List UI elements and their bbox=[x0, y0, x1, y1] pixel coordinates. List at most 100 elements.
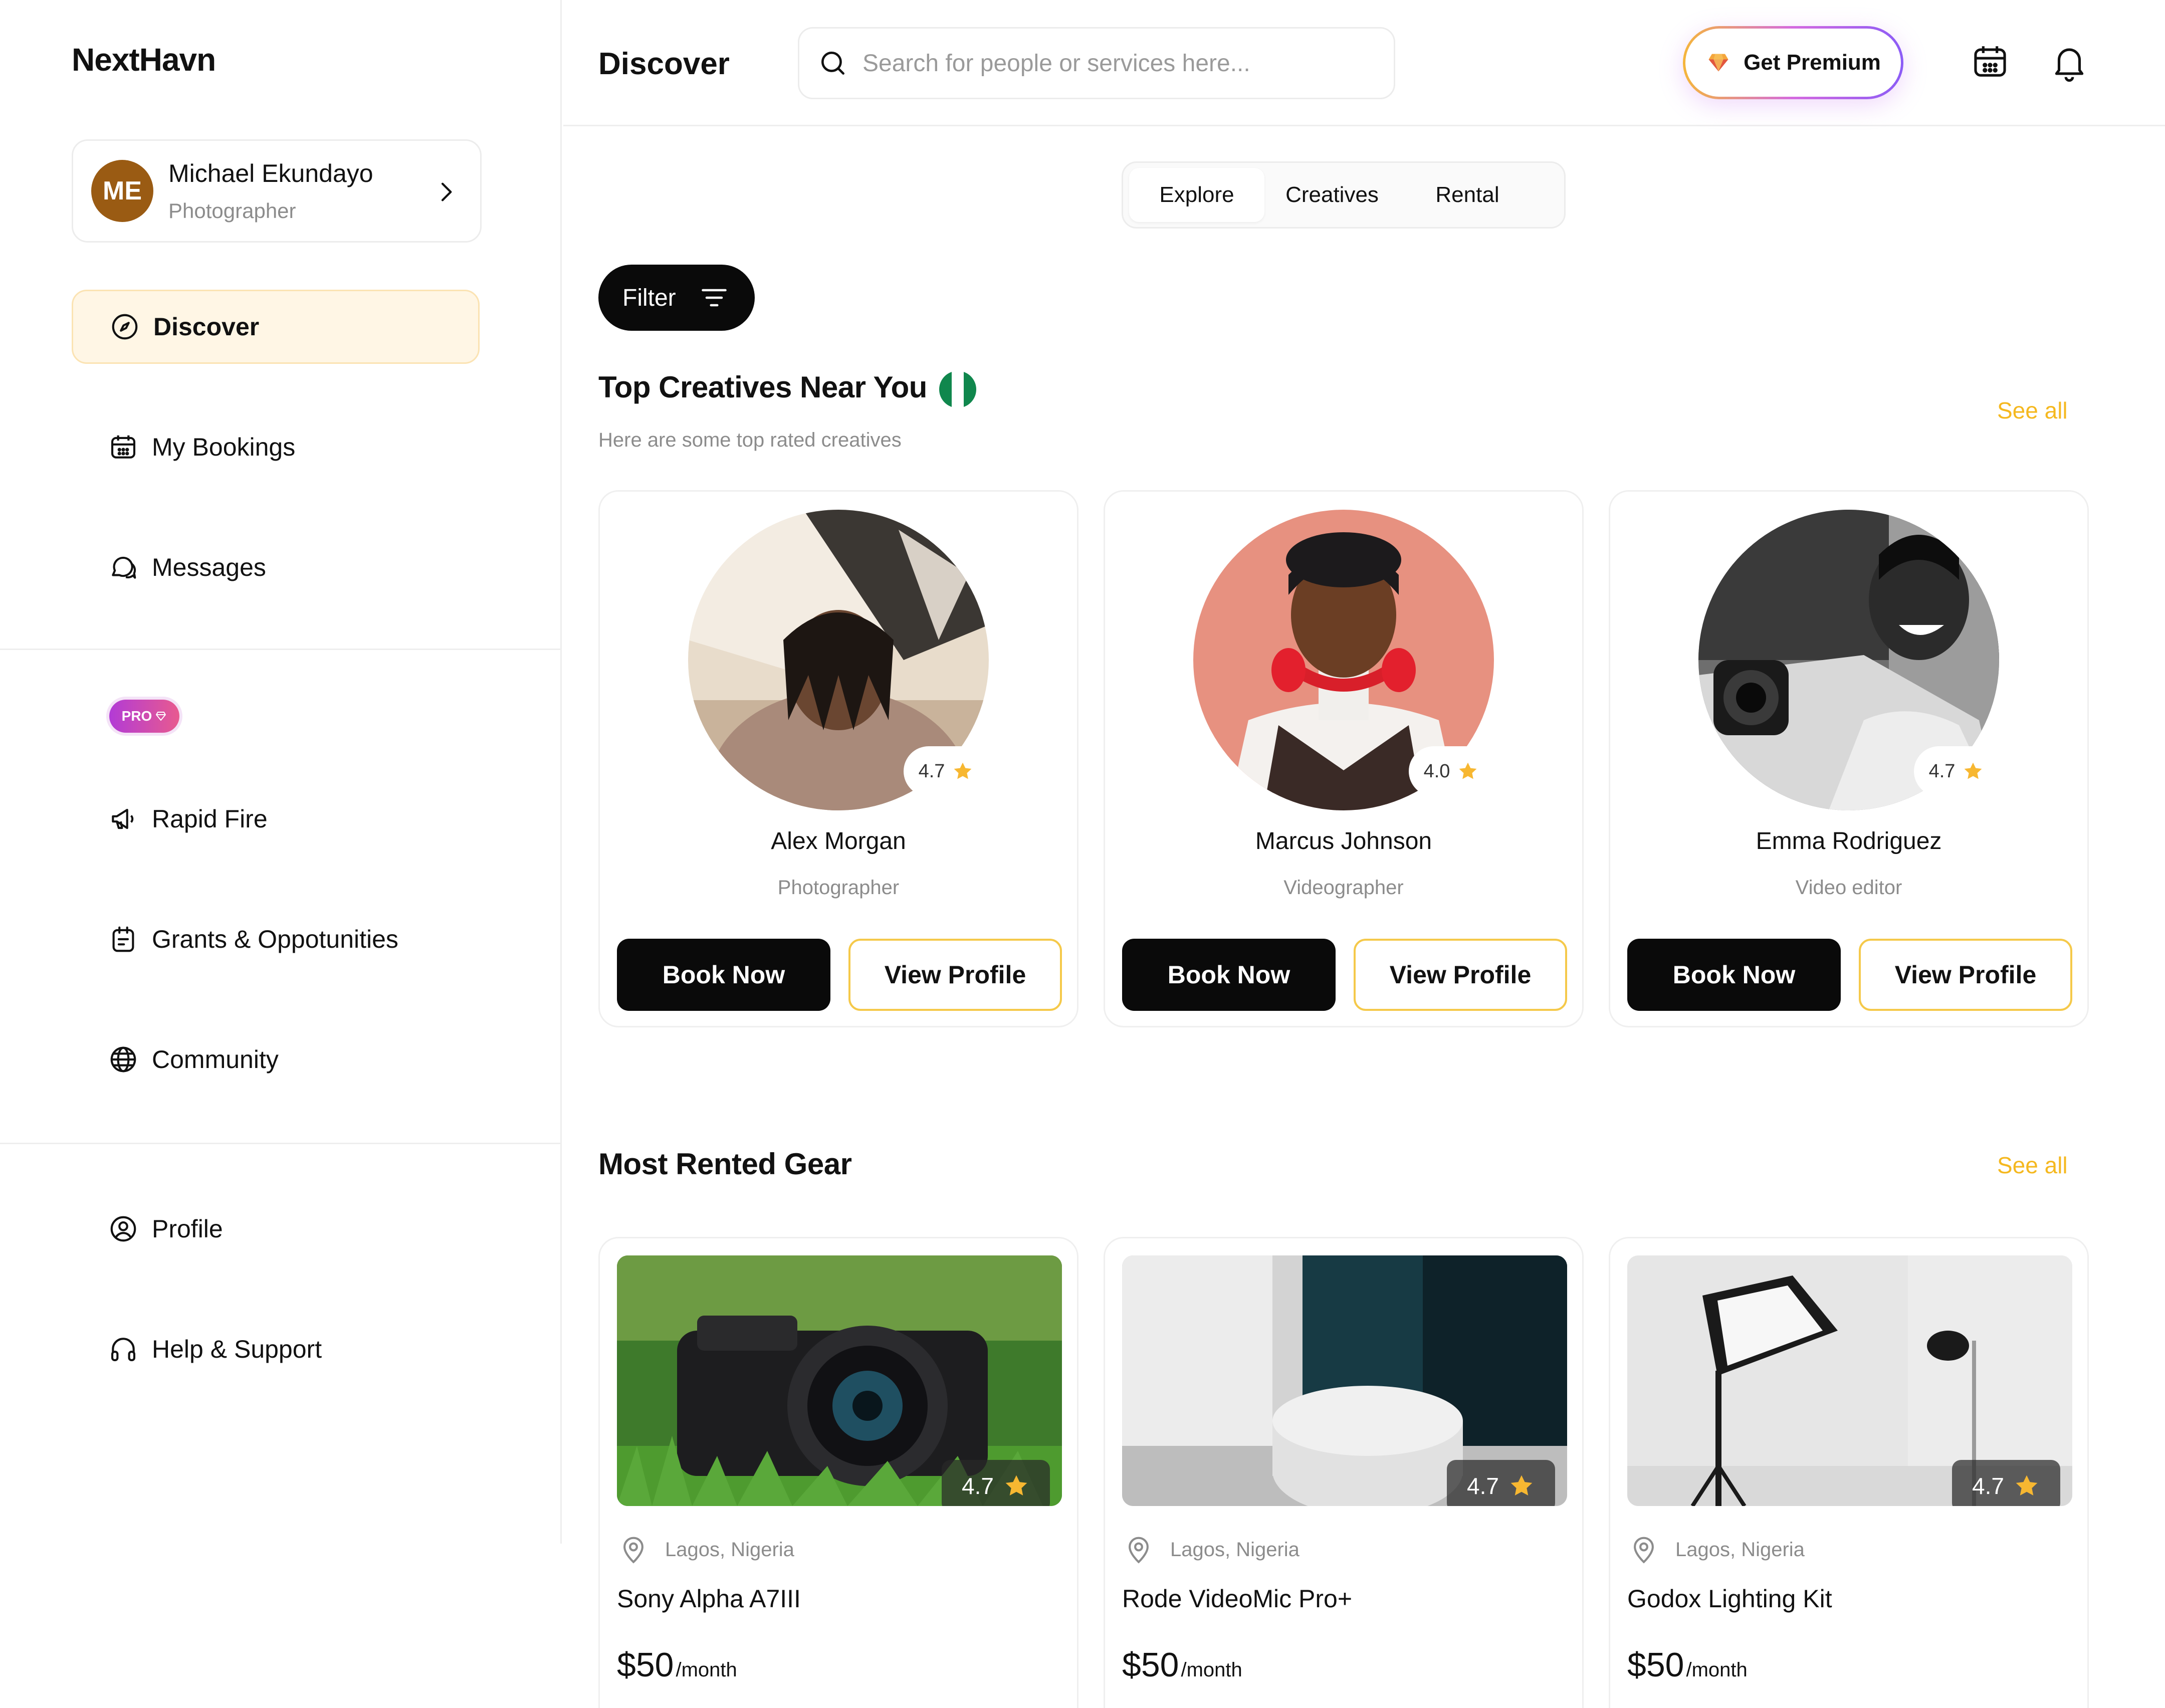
creative-name: Alex Morgan bbox=[771, 828, 906, 855]
star-icon bbox=[954, 762, 972, 779]
user-profile-card[interactable]: ME Michael Ekundayo Photographer bbox=[72, 139, 482, 243]
creative-role: Photographer bbox=[777, 877, 900, 899]
see-all-creatives-link[interactable]: See all bbox=[1997, 397, 2068, 424]
sidebar-item-profile[interactable]: Profile bbox=[72, 1192, 480, 1266]
chevron-right-icon bbox=[441, 182, 452, 201]
location-pin-icon bbox=[623, 1537, 643, 1564]
sidebar-item-label: My Bookings bbox=[152, 433, 296, 461]
gear-card: 4.7 Lagos, Nigeria Rode VideoMic Pro+ $5… bbox=[1104, 1237, 1584, 1708]
sidebar-item-label: Messages bbox=[152, 553, 266, 581]
creative-role: Videographer bbox=[1283, 877, 1404, 899]
sidebar-item-label: Community bbox=[152, 1045, 279, 1074]
filter-lines-icon bbox=[701, 289, 727, 307]
get-premium-button[interactable]: Get Premium bbox=[1683, 26, 1903, 99]
rating-value: 4.7 bbox=[918, 760, 945, 782]
rating-badge: 4.7 bbox=[1447, 1460, 1555, 1506]
gear-location-text: Lagos, Nigeria bbox=[1675, 1538, 1805, 1561]
gear-section-title: Most Rented Gear bbox=[598, 1147, 852, 1181]
star-icon bbox=[1459, 762, 1477, 779]
gear-location: Lagos, Nigeria bbox=[617, 1533, 794, 1566]
star-icon bbox=[2016, 1475, 2038, 1496]
price-value: $50 bbox=[617, 1646, 674, 1684]
sidebar-item-discover[interactable]: Discover bbox=[72, 290, 480, 364]
globe-icon bbox=[110, 1046, 136, 1073]
pro-badge-label: PRO bbox=[121, 708, 152, 724]
rating-badge: 4.7 bbox=[1914, 746, 1999, 796]
sidebar-item-grants[interactable]: Grants & Oppotunities bbox=[72, 902, 480, 976]
get-premium-label: Get Premium bbox=[1744, 50, 1881, 75]
bell-icon[interactable] bbox=[2049, 41, 2090, 82]
gear-image[interactable]: 4.7 bbox=[1122, 1255, 1567, 1506]
view-profile-button[interactable]: View Profile bbox=[1859, 939, 2072, 1011]
sidebar-item-community[interactable]: Community bbox=[72, 1022, 480, 1097]
see-all-gear-link[interactable]: See all bbox=[1997, 1152, 2068, 1179]
gear-location: Lagos, Nigeria bbox=[1122, 1533, 1300, 1566]
book-now-button[interactable]: Book Now bbox=[1122, 939, 1336, 1011]
nigeria-flag-icon bbox=[939, 371, 976, 408]
star-icon bbox=[1510, 1475, 1533, 1496]
calendar-icon bbox=[111, 435, 136, 459]
price-unit: /month bbox=[1181, 1659, 1242, 1681]
calendar-icon[interactable] bbox=[1970, 41, 2011, 82]
sidebar-item-rapid-fire[interactable]: Rapid Fire bbox=[72, 782, 480, 856]
sidebar-item-messages[interactable]: Messages bbox=[72, 530, 480, 604]
gear-card: 4.7 Lagos, Nigeria Godox Lighting Kit $5… bbox=[1609, 1237, 2089, 1708]
gear-image[interactable]: 4.7 bbox=[617, 1255, 1062, 1506]
view-profile-button[interactable]: View Profile bbox=[1354, 939, 1567, 1011]
rating-value: 4.7 bbox=[1928, 760, 1956, 782]
book-now-button[interactable]: Book Now bbox=[617, 939, 830, 1011]
gear-price: $50 /month bbox=[1122, 1645, 1242, 1684]
pro-badge: PRO bbox=[109, 700, 179, 733]
page-title: Discover bbox=[598, 47, 730, 81]
sidebar-item-help[interactable]: Help & Support bbox=[72, 1312, 480, 1386]
location-pin-icon bbox=[1634, 1537, 1654, 1564]
gear-location: Lagos, Nigeria bbox=[1627, 1533, 1805, 1566]
compass-icon bbox=[112, 314, 138, 340]
gear-location-text: Lagos, Nigeria bbox=[1170, 1538, 1300, 1561]
sidebar-item-label: Profile bbox=[152, 1215, 223, 1243]
creative-card: 4.0 Marcus Johnson Videographer Book Now… bbox=[1104, 490, 1584, 1027]
rating-badge: 4.7 bbox=[904, 746, 989, 796]
tab-rental[interactable]: Rental bbox=[1400, 168, 1535, 222]
star-icon bbox=[1005, 1475, 1027, 1496]
tab-explore[interactable]: Explore bbox=[1129, 168, 1264, 222]
user-role: Photographer bbox=[168, 199, 296, 223]
price-value: $50 bbox=[1122, 1646, 1179, 1684]
search-icon bbox=[821, 52, 844, 75]
headphones-icon bbox=[111, 1338, 136, 1362]
gear-location-text: Lagos, Nigeria bbox=[665, 1538, 794, 1561]
creatives-section-subtitle: Here are some top rated creatives bbox=[598, 429, 902, 451]
gear-price: $50 /month bbox=[1627, 1645, 1748, 1684]
search-bar[interactable] bbox=[798, 27, 1395, 99]
sidebar: NextHavn ME Michael Ekundayo Photographe… bbox=[0, 0, 562, 1544]
price-unit: /month bbox=[676, 1659, 737, 1681]
sidebar-item-label: Grants & Oppotunities bbox=[152, 925, 398, 953]
sidebar-item-label: Discover bbox=[153, 313, 260, 341]
location-pin-icon bbox=[1129, 1537, 1149, 1564]
creative-name: Marcus Johnson bbox=[1255, 828, 1432, 855]
creatives-section-title: Top Creatives Near You bbox=[598, 370, 927, 404]
sidebar-divider bbox=[0, 1143, 562, 1144]
megaphone-icon bbox=[112, 808, 134, 829]
book-now-button[interactable]: Book Now bbox=[1627, 939, 1841, 1011]
sidebar-item-my-bookings[interactable]: My Bookings bbox=[72, 410, 480, 484]
tab-creatives[interactable]: Creatives bbox=[1264, 168, 1400, 222]
user-name: Michael Ekundayo bbox=[168, 159, 373, 187]
filter-label: Filter bbox=[622, 284, 676, 311]
gear-card: 4.7 Lagos, Nigeria Sony Alpha A7III $50 … bbox=[598, 1237, 1078, 1708]
tab-bar: Explore Creatives Rental bbox=[1122, 161, 1566, 229]
search-input[interactable] bbox=[862, 49, 1364, 77]
gear-image[interactable]: 4.7 bbox=[1627, 1255, 2072, 1506]
rating-value: 4.7 bbox=[1972, 1473, 2004, 1499]
rating-badge: 4.0 bbox=[1409, 746, 1494, 796]
star-icon bbox=[1964, 762, 1982, 779]
view-profile-button[interactable]: View Profile bbox=[848, 939, 1062, 1011]
filter-button[interactable]: Filter bbox=[598, 265, 755, 331]
app-logo[interactable]: NextHavn bbox=[72, 41, 216, 78]
gear-name[interactable]: Sony Alpha A7III bbox=[617, 1584, 801, 1613]
gear-name[interactable]: Godox Lighting Kit bbox=[1627, 1584, 1832, 1613]
chat-bubbles-icon bbox=[112, 556, 136, 579]
gear-name[interactable]: Rode VideoMic Pro+ bbox=[1122, 1584, 1352, 1613]
gem-icon bbox=[1708, 54, 1728, 72]
sidebar-divider bbox=[0, 649, 562, 650]
